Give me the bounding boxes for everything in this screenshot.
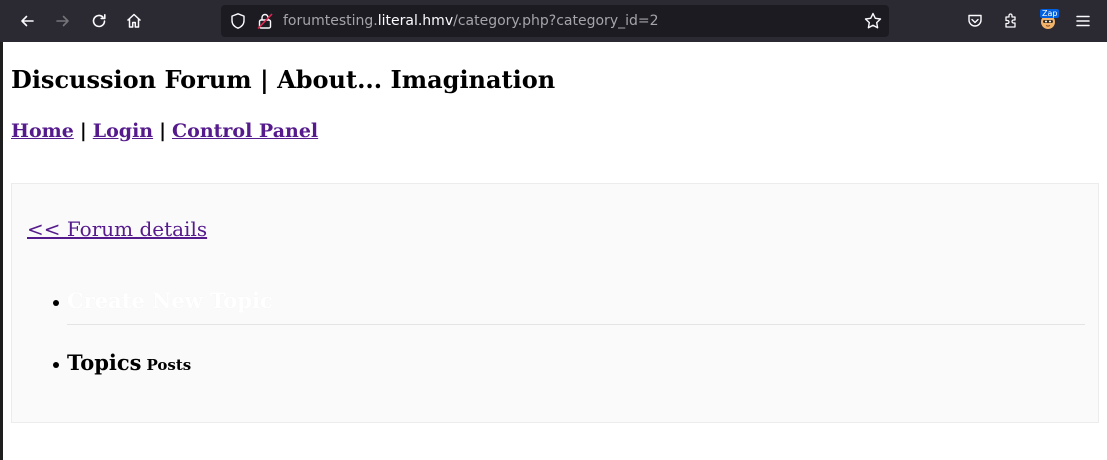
- url-path: /category.php?category_id=2: [453, 13, 659, 29]
- url-prefix: forumtesting.: [283, 13, 378, 29]
- category-content-box: << Forum details Create New Topic Topics…: [11, 183, 1099, 423]
- url-text: forumtesting.literal.hmv/category.php?ca…: [283, 12, 659, 30]
- page-title: Discussion Forum | About... Imagination: [11, 65, 556, 94]
- bookmark-star-icon[interactable]: [863, 11, 883, 31]
- zap-extension-badge: Zap: [1040, 9, 1060, 18]
- reload-icon: [92, 14, 106, 28]
- insecure-lock-icon[interactable]: [256, 12, 274, 30]
- main-nav: Home | Login | Control Panel: [11, 118, 318, 144]
- reload-button[interactable]: [85, 8, 113, 34]
- list-bullet: [53, 300, 59, 306]
- puzzle-icon: [1005, 13, 1016, 28]
- pocket-button[interactable]: [961, 8, 989, 34]
- nav-control-panel-link[interactable]: Control Panel: [172, 120, 318, 142]
- nav-separator: |: [79, 120, 87, 142]
- page-content: Discussion Forum | About... Imagination …: [3, 42, 1107, 460]
- home-icon: [126, 13, 142, 28]
- back-button[interactable]: [13, 8, 41, 34]
- browser-toolbar: forumtesting.literal.hmv/category.php?ca…: [0, 0, 1107, 42]
- arrow-left-icon: [21, 15, 34, 27]
- forum-details-back-link[interactable]: << Forum details: [27, 215, 207, 243]
- address-bar[interactable]: forumtesting.literal.hmv/category.php?ca…: [221, 5, 889, 37]
- url-host: literal.hmv: [377, 13, 454, 29]
- forward-button[interactable]: [49, 8, 77, 34]
- pocket-icon: [968, 14, 982, 27]
- nav-separator: |: [159, 120, 167, 142]
- arrow-right-icon: [56, 15, 69, 27]
- nav-home-link[interactable]: Home: [11, 120, 74, 142]
- menu-button[interactable]: [1069, 8, 1097, 34]
- create-new-topic-link[interactable]: Create New Topic: [67, 287, 273, 315]
- topics-column-header: Topics Posts: [67, 349, 191, 379]
- nav-login-link[interactable]: Login: [93, 120, 153, 142]
- topics-label: Topics: [67, 350, 142, 375]
- shield-icon[interactable]: [229, 12, 247, 30]
- hamburger-menu-icon: [1076, 15, 1090, 27]
- posts-label: Posts: [146, 356, 192, 374]
- divider: [67, 324, 1085, 325]
- extensions-button[interactable]: [997, 8, 1025, 34]
- list-bullet: [53, 362, 59, 368]
- home-button[interactable]: [120, 8, 148, 34]
